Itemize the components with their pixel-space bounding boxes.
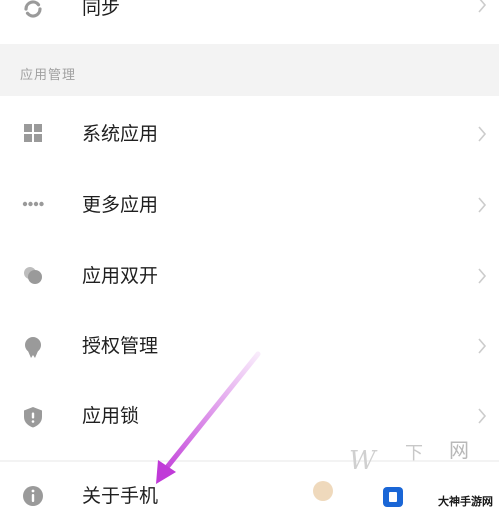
watermark: W 下 网 大神手游网 bbox=[309, 439, 499, 519]
svg-text:W: W bbox=[349, 446, 378, 476]
svg-text:网: 网 bbox=[449, 439, 469, 462]
watermark-text: 大神手游网 bbox=[438, 495, 493, 508]
svg-text:下: 下 bbox=[405, 443, 423, 464]
